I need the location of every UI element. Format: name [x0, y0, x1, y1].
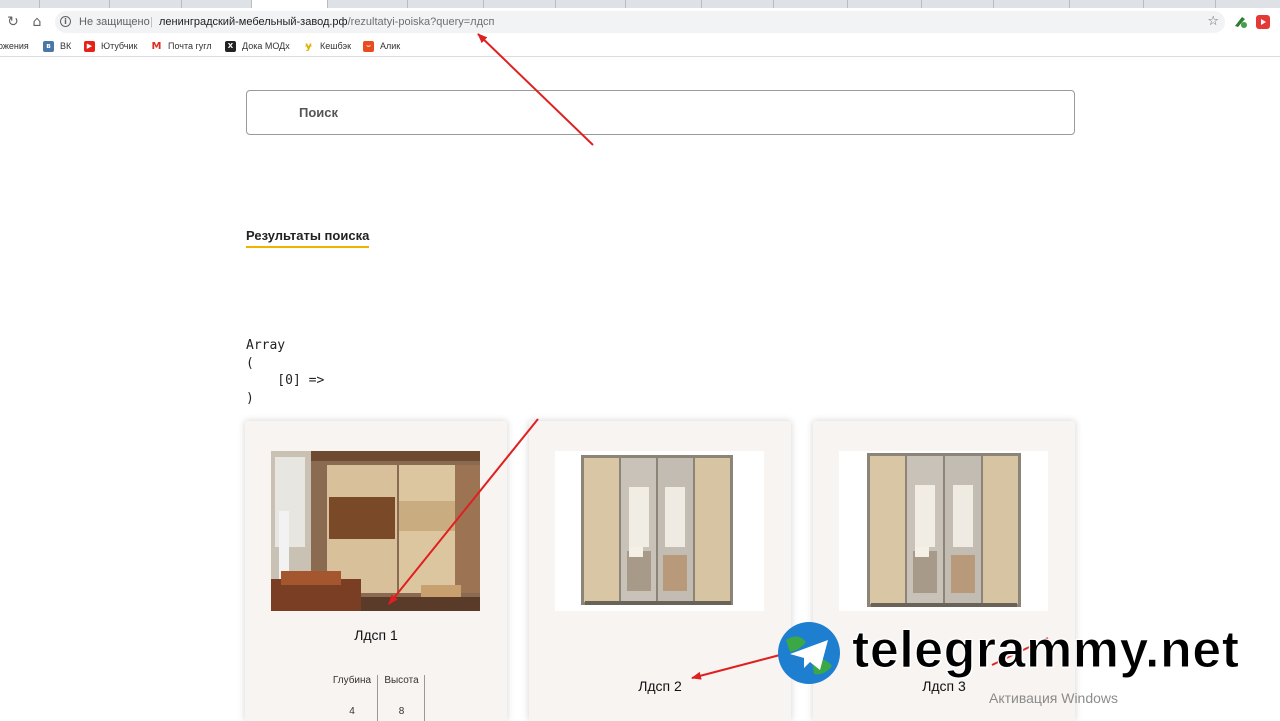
- bookmark-modx[interactable]: X Дока МОДх: [225, 36, 290, 57]
- url-host: ленинградский-мебельный-завод.рф: [159, 16, 348, 28]
- browser-tab[interactable]: [40, 0, 110, 8]
- product-image[interactable]: [271, 451, 480, 611]
- spec-height: Высота 8: [379, 675, 425, 721]
- spec-value: 8: [398, 706, 405, 717]
- product-name[interactable]: Лдсп 2: [529, 678, 791, 694]
- spec-value: 4: [349, 706, 355, 717]
- tab-strip: [0, 0, 1280, 8]
- bookmark-label: Ютубчик: [101, 41, 138, 51]
- bookmark-label: ожения: [0, 41, 29, 51]
- windows-activation-subtext: [989, 706, 1280, 713]
- debug-output: Array ( [0] => ): [246, 338, 325, 406]
- bookmark-label: Алик: [380, 41, 401, 51]
- windows-activation-notice: Активация Windows: [989, 690, 1119, 706]
- browser-tab[interactable]: [922, 0, 994, 8]
- address-separator: |: [150, 16, 153, 28]
- watermark-text: telegrammy.net: [852, 621, 1240, 680]
- browser-tab[interactable]: [1144, 0, 1216, 8]
- gmail-icon: M: [151, 41, 162, 52]
- bookmark-label: Дока МОДх: [242, 41, 290, 51]
- bookmark-aliexpress[interactable]: ⌣ Алик: [363, 36, 400, 57]
- bookmark-cashback[interactable]: ɏ Кешбэк: [303, 36, 351, 57]
- url-text[interactable]: ленинградский-мебельный-завод.рф/rezulta…: [159, 11, 494, 33]
- spec-header: Глубина: [332, 675, 372, 686]
- aliexpress-icon: ⌣: [363, 41, 374, 52]
- address-bar[interactable]: i Не защищено | ленинградский-мебельный-…: [55, 11, 1225, 33]
- browser-tab[interactable]: [848, 0, 922, 8]
- bookmarks-bar: ожения в ВК ▶ Ютубчик M Почта гугл X Док…: [0, 36, 1280, 57]
- product-card[interactable]: Лдсп 1 Глубина 4 Высота 8: [245, 421, 507, 721]
- browser-tab[interactable]: [484, 0, 556, 8]
- search-placeholder: Поиск: [299, 105, 339, 120]
- browser-tab[interactable]: [1070, 0, 1144, 8]
- security-label[interactable]: Не защищено: [79, 11, 150, 33]
- browser-tab[interactable]: [328, 0, 408, 8]
- bookmark-label: Почта гугл: [168, 41, 212, 51]
- extension-icon[interactable]: [1233, 14, 1247, 28]
- product-image[interactable]: [555, 451, 764, 611]
- product-card[interactable]: Лдсп 2: [529, 421, 791, 721]
- reload-icon[interactable]: ↻: [5, 14, 21, 30]
- browser-tab[interactable]: [110, 0, 182, 8]
- bookmark-vk[interactable]: в ВК: [43, 36, 71, 57]
- product-image[interactable]: [839, 451, 1048, 611]
- browser-tab[interactable]: [556, 0, 626, 8]
- youtube-extension-icon[interactable]: [1256, 15, 1270, 29]
- bookmark-apps[interactable]: ожения: [0, 36, 29, 57]
- info-icon[interactable]: i: [60, 16, 71, 27]
- spec-depth: Глубина 4: [327, 675, 378, 721]
- vk-icon: в: [43, 41, 54, 52]
- bookmark-star-icon[interactable]: ☆: [1207, 11, 1219, 33]
- bookmark-label: Кешбэк: [320, 41, 352, 51]
- browser-tab[interactable]: [626, 0, 702, 8]
- browser-tab-active[interactable]: [252, 0, 328, 8]
- browser-toolbar: ↻ ⌂ i Не защищено | ленинградский-мебель…: [0, 8, 1280, 36]
- search-input[interactable]: Поиск: [246, 90, 1075, 135]
- browser-tab[interactable]: [702, 0, 774, 8]
- home-icon[interactable]: ⌂: [29, 14, 45, 30]
- browser-tab[interactable]: [0, 0, 40, 8]
- results-title: Результаты поиска: [246, 228, 370, 248]
- spec-header: Высота: [384, 675, 419, 686]
- bookmark-youtube[interactable]: ▶ Ютубчик: [84, 36, 137, 57]
- product-name[interactable]: Лдсп 1: [245, 627, 507, 643]
- telegram-globe-icon: [778, 622, 840, 684]
- watermark: telegrammy.net: [776, 620, 1270, 688]
- modx-icon: X: [225, 41, 236, 52]
- youtube-icon: ▶: [84, 41, 95, 52]
- url-path: /rezultatyi-poiska?query=лдсп: [347, 16, 495, 28]
- browser-tab[interactable]: [774, 0, 848, 8]
- browser-tab[interactable]: [408, 0, 484, 8]
- browser-tab[interactable]: [182, 0, 252, 8]
- cashback-icon: ɏ: [303, 41, 314, 52]
- bookmark-gmail[interactable]: M Почта гугл: [151, 36, 212, 57]
- bookmark-label: ВК: [60, 41, 72, 51]
- browser-tab[interactable]: [994, 0, 1070, 8]
